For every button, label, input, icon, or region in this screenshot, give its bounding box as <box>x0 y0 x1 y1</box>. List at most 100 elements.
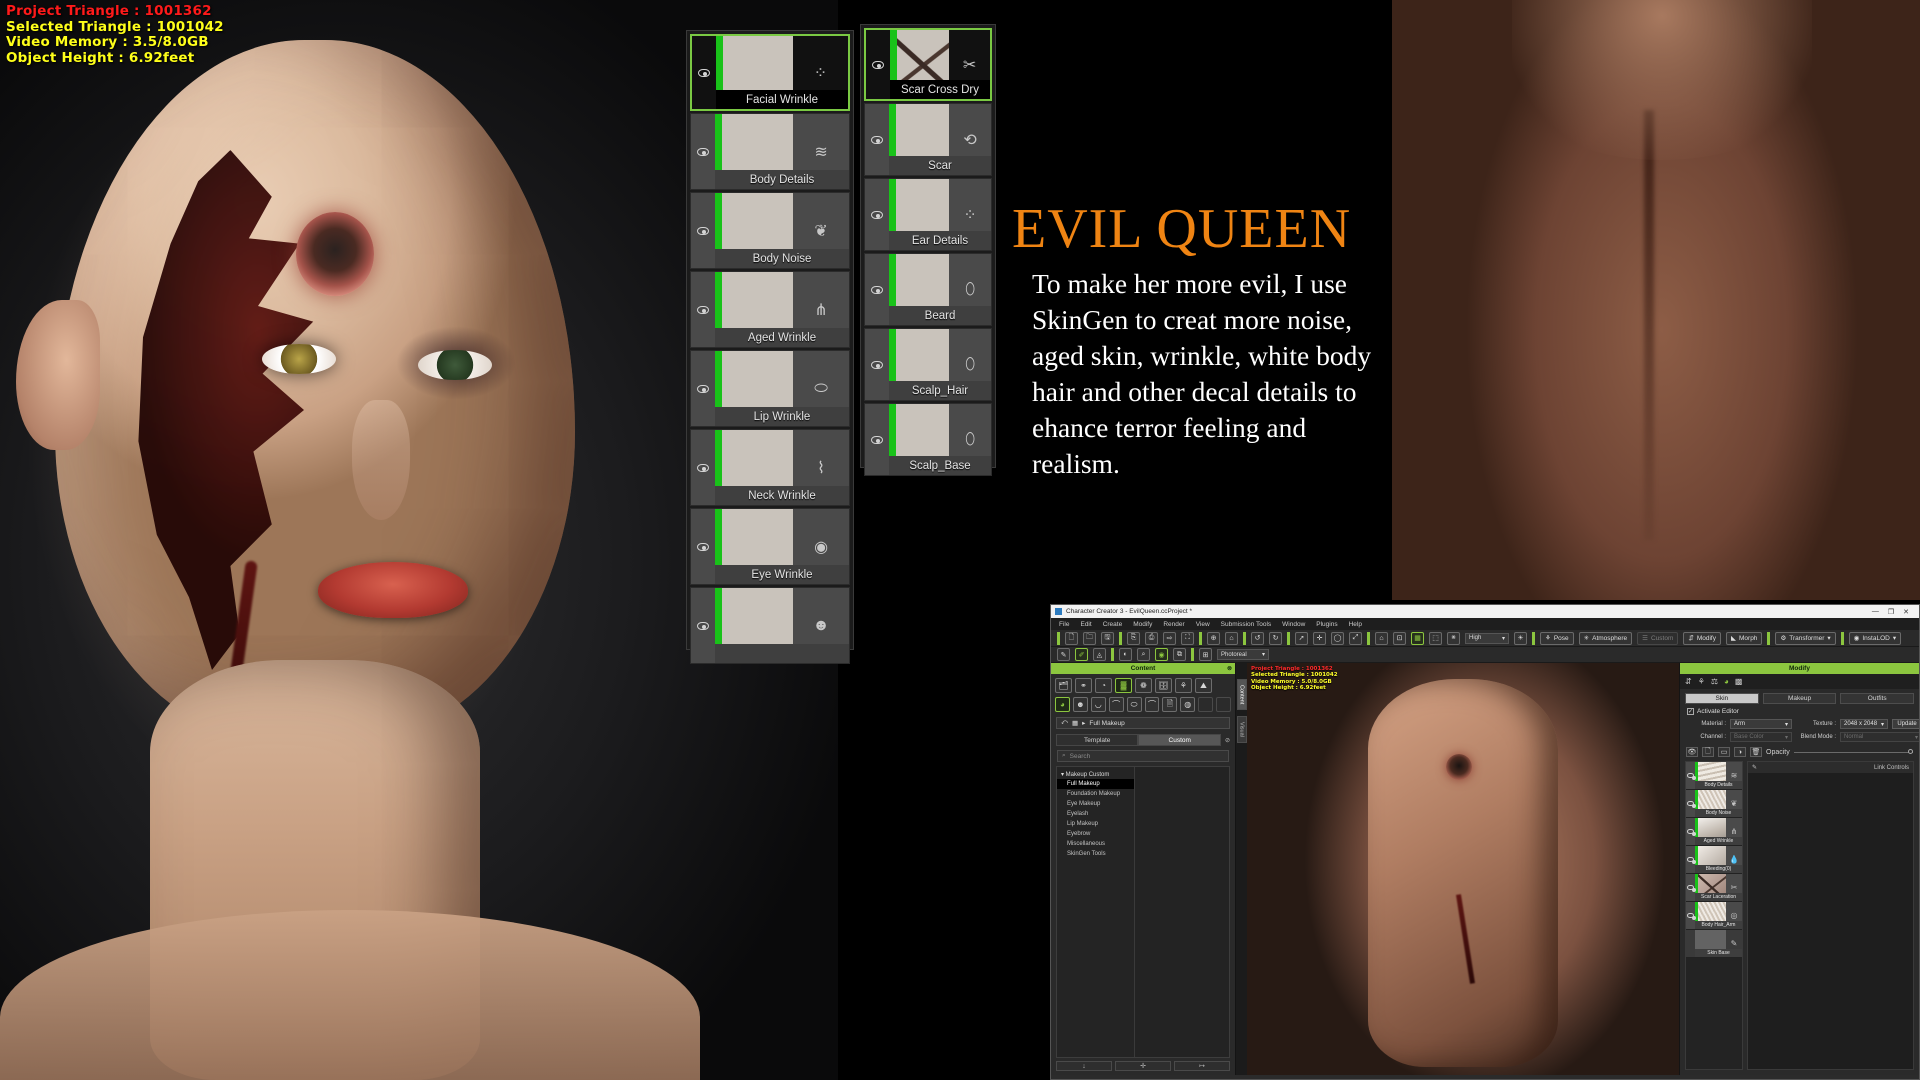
skingen-layer[interactable]: ≋ Body Details <box>690 113 850 190</box>
sculpt-icon[interactable]: ✎ <box>1057 648 1070 661</box>
merge-layer-icon[interactable]: ◑ <box>1734 747 1746 757</box>
layer-visibility-toggle[interactable] <box>691 193 715 268</box>
undo-icon[interactable]: ↺ <box>1251 631 1264 645</box>
light-icon[interactable]: ☀ <box>1514 631 1527 645</box>
save-icon[interactable]: 🖫 <box>1101 631 1114 645</box>
back-icon[interactable]: ⤺ <box>1061 719 1068 727</box>
layer-visibility-toggle[interactable] <box>691 351 715 426</box>
duplicate-layer-icon[interactable]: ▭ <box>1718 747 1730 757</box>
modify-layer-item[interactable]: ✎ Skin Base <box>1686 930 1742 958</box>
eyelash-icon[interactable]: ⌒ <box>1108 697 1124 712</box>
tree-node-skingen-tools[interactable]: SkinGen Tools <box>1057 849 1134 859</box>
content-tab-custom[interactable]: Custom <box>1138 734 1221 746</box>
fit-view-icon[interactable]: ⊡ <box>1393 631 1406 645</box>
skingen-layer[interactable]: ⁘ Facial Wrinkle <box>690 34 850 111</box>
render-mode-select[interactable]: Photoreal ▾ <box>1217 649 1269 660</box>
preview-icon[interactable]: ◐ <box>1119 648 1132 661</box>
home-view-icon[interactable]: ⌂ <box>1375 631 1388 645</box>
modify-layer-item[interactable]: ◎ Body Hair_Arm <box>1686 902 1742 930</box>
menu-item-view[interactable]: View <box>1196 621 1210 628</box>
modify-tab-makeup[interactable]: Makeup <box>1762 693 1837 704</box>
modify-tab-skin[interactable]: Skin <box>1685 693 1759 704</box>
prop-icon[interactable]: 🗄 <box>1155 678 1172 693</box>
layer-visibility-toggle[interactable] <box>692 36 716 109</box>
layer-visibility-toggle[interactable] <box>865 104 889 175</box>
project-icon[interactable]: 🗂 <box>1055 678 1072 693</box>
layer-visibility-toggle[interactable] <box>691 588 715 663</box>
activate-editor-checkbox[interactable]: ✓ <box>1687 708 1694 715</box>
tree-node-eyelash[interactable]: Eyelash <box>1057 809 1134 819</box>
rotate-tool-icon[interactable]: ◯ <box>1331 631 1344 645</box>
menu-item-window[interactable]: Window <box>1282 621 1305 628</box>
modify-tab-outfits[interactable]: Outfits <box>1840 693 1915 704</box>
toolbar-row-2[interactable]: ✎ ✐ ◬ ◐ ⌕ ◉ ⧉ ⊞ Photoreal ▾ <box>1051 647 1919 663</box>
content-bottom-button-1[interactable]: ✛ <box>1115 1061 1171 1071</box>
layer-visibility-toggle[interactable] <box>1686 762 1696 789</box>
new-layer-icon[interactable]: 🗋 <box>1702 747 1714 757</box>
texture-select[interactable]: 2048 x 2048 ▾ <box>1840 719 1888 729</box>
tree-node-makeup-custom[interactable]: ▾ Makeup Custom <box>1057 769 1134 779</box>
content-tab-template[interactable]: Template <box>1056 734 1139 746</box>
vertical-tab-visual[interactable]: Visual <box>1236 716 1247 744</box>
layer-visibility-toggle[interactable] <box>1686 818 1696 845</box>
move-tool-icon[interactable]: ✛ <box>1313 631 1326 645</box>
skingen-layer[interactable]: ⁘ Ear Details <box>864 178 992 251</box>
misc-icon[interactable]: 🗎 <box>1162 697 1178 712</box>
tree-node-eye-makeup[interactable]: Eye Makeup <box>1057 799 1134 809</box>
send-to-icon[interactable]: ⇨ <box>1163 631 1176 645</box>
modify-layer-item[interactable]: ≋ Body Details <box>1686 762 1742 790</box>
scene-icon[interactable]: ⛰ <box>1195 678 1212 693</box>
content-panel[interactable]: Content ⊗ 🗂 ⚭ ◔ ▓ ❁ 🗄 ⚘ ⛰ ◕ ☻ ◡ ⌒ ⬭ ⌒ 🗎 … <box>1051 663 1236 1075</box>
magnify-icon[interactable]: ⌕ <box>1137 648 1150 661</box>
modify-button[interactable]: ⇵ Modify <box>1683 631 1721 645</box>
material-fields[interactable]: Material : Arm ▾ Texture : 2048 x 2048 ▾… <box>1680 715 1919 742</box>
content-bottom-button-0[interactable]: ↓ <box>1056 1061 1112 1071</box>
modify-panel[interactable]: Modify ⇵ ⚘ ⚖ ◕ ▩ Skin Makeup Outfits ✓ Act… <box>1679 663 1919 1075</box>
skingen-layer-panel-1[interactable]: ⁘ Facial Wrinkle ≋ Body Details ❦ Body Noise ⋔… <box>686 30 854 664</box>
opacity-slider-knob[interactable] <box>1908 749 1913 754</box>
grid-view-icon[interactable]: ▦ <box>1411 631 1424 645</box>
face-icon[interactable]: ☻ <box>1072 697 1088 712</box>
layer-visibility-toggle[interactable] <box>691 509 715 584</box>
actor-icon[interactable]: ⚭ <box>1075 678 1092 693</box>
tree-node-eyebrow[interactable]: Eyebrow <box>1057 829 1134 839</box>
layer-visibility-toggle[interactable] <box>865 404 889 475</box>
content-bottom-button-2[interactable]: ↦ <box>1174 1061 1230 1071</box>
menu-item-plugins[interactable]: Plugins <box>1316 621 1337 628</box>
eyebrow-icon[interactable]: ⌒ <box>1144 697 1160 712</box>
skingen-tools-icon[interactable]: ◍ <box>1180 697 1196 712</box>
skingen-layer[interactable]: ⋔ Aged Wrinkle <box>690 271 850 348</box>
import-icon[interactable]: ⎘ <box>1127 631 1140 645</box>
opacity-row[interactable]: 👁 🗋 ▭ ◑ 🗑 Opacity <box>1680 742 1919 757</box>
skingen-layer[interactable]: ☻ <box>690 587 850 664</box>
layer-visibility-toggle[interactable] <box>1686 846 1696 873</box>
quality-select[interactable]: High ▾ <box>1465 632 1509 644</box>
asset-grid[interactable] <box>1135 767 1229 1057</box>
modify-layer-item[interactable]: 💧 Bleeding(0) <box>1686 846 1742 874</box>
tree-node-miscellaneous[interactable]: Miscellaneous <box>1057 839 1134 849</box>
menu-item-edit[interactable]: Edit <box>1080 621 1091 628</box>
checker-icon[interactable]: ▩ <box>1735 677 1743 686</box>
eye-makeup-icon[interactable]: ◡ <box>1090 697 1106 712</box>
minimize-icon[interactable]: — <box>1872 608 1879 616</box>
menu-item-file[interactable]: File <box>1059 621 1069 628</box>
tree-node-lip-makeup[interactable]: Lip Makeup <box>1057 819 1134 829</box>
search-input[interactable]: Search <box>1070 753 1091 760</box>
skingen-layer[interactable]: ⬯ Scalp_Hair <box>864 328 992 401</box>
lip-icon[interactable]: ⬭ <box>1126 697 1142 712</box>
panel-vertical-tabs[interactable]: Content Visual <box>1236 663 1247 1075</box>
3d-viewport[interactable]: Project Triangle : 1001362 Selected Tria… <box>1247 663 1679 1075</box>
content-category-row-2[interactable]: ◕ ☻ ◡ ⌒ ⬭ ⌒ 🗎 ◍ <box>1051 693 1235 712</box>
layer-visibility-toggle[interactable] <box>691 272 715 347</box>
skingen-layer-panel-2[interactable]: ✂ Scar Cross Dry ⟲ Scar ⁘ Ear Details ⬯ Beard ⬯ S… <box>860 24 996 476</box>
redo-icon[interactable]: ↻ <box>1269 631 1282 645</box>
window-controls[interactable]: — ❐ ✕ <box>1872 608 1915 616</box>
layer-visibility-toggle[interactable] <box>865 254 889 325</box>
modify-layer-item[interactable]: ✂ Scar Laceration <box>1686 874 1742 902</box>
brush-icon[interactable]: ✎ <box>1752 764 1757 771</box>
hair-icon[interactable]: ❁ <box>1135 678 1152 693</box>
modify-tabs[interactable]: Skin Makeup Outfits <box>1680 689 1919 704</box>
layer-visibility-toggle[interactable] <box>865 179 889 250</box>
menu-item-help[interactable]: Help <box>1349 621 1362 628</box>
toolbar-row-1[interactable]: 🗋 🗀 🖫 ⎘ ⎙ ⇨ ⛶ ⊕ ⌂ ↺ ↻ ➚ ✛ ◯ ⤢ ⌂ ⊡ ▦ ⬚ ⨳ <box>1051 630 1919 647</box>
